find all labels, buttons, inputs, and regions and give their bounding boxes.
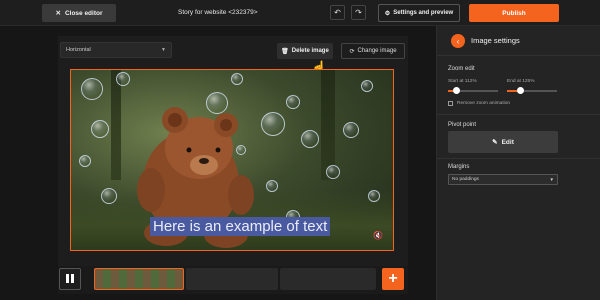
margins-select[interactable]: No paddings ▼	[448, 174, 558, 185]
zoom-end-slider-handle[interactable]	[517, 87, 524, 94]
redo-button[interactable]: ↷	[351, 5, 366, 20]
undo-button[interactable]: ↶	[330, 5, 345, 20]
remove-zoom-label: Remove zoom animation	[457, 101, 511, 106]
bubble	[326, 165, 340, 179]
bubble	[286, 95, 300, 109]
close-editor-button[interactable]: ✕ Close editor	[42, 4, 116, 22]
divider	[437, 158, 600, 159]
bubble	[206, 92, 228, 114]
undo-icon: ↶	[334, 8, 341, 17]
bubble	[361, 80, 373, 92]
remove-zoom-checkbox[interactable]	[448, 101, 453, 106]
pause-button[interactable]	[59, 268, 81, 290]
bubble	[81, 78, 103, 100]
pencil-icon: ✎	[492, 139, 498, 146]
bubble	[79, 155, 91, 167]
timeline-clip-slot[interactable]	[280, 268, 376, 290]
chevron-down-icon: ▼	[549, 177, 554, 182]
pause-icon	[65, 270, 75, 288]
mute-icon[interactable]: 🔇	[373, 231, 383, 240]
bubble	[343, 122, 359, 138]
change-image-button[interactable]: ⟳ Change image	[341, 43, 405, 59]
plus-icon: +	[388, 270, 398, 287]
top-bar: ✕ Close editor Story for website <232379…	[0, 0, 600, 26]
panel-header: ‹ Image settings	[437, 26, 600, 56]
settings-preview-label: Settings and preview	[393, 10, 454, 16]
publish-button[interactable]: Publish	[469, 4, 559, 22]
panel-title: Image settings	[471, 36, 520, 45]
zoom-end-slider[interactable]	[507, 90, 557, 92]
zoom-start-slider-handle[interactable]	[453, 87, 460, 94]
chevron-down-icon: ▼	[161, 47, 166, 53]
edit-pivot-button[interactable]: ✎ Edit	[448, 131, 558, 153]
image-canvas[interactable]: Here is an example of text 🔇	[70, 69, 394, 251]
close-editor-label: Close editor	[64, 9, 103, 17]
settings-preview-button[interactable]: ⚙ Settings and preview	[378, 4, 460, 22]
image-settings-panel: ‹ Image settings Zoom edit Start at 112%…	[436, 26, 600, 300]
gear-icon: ⚙	[384, 10, 391, 17]
bubble	[116, 72, 130, 86]
add-clip-button[interactable]: +	[382, 268, 404, 290]
orientation-value: Horizontal	[66, 47, 91, 53]
bubble	[261, 112, 285, 136]
back-arrow-icon: ‹	[456, 36, 460, 46]
refresh-icon: ⟳	[349, 48, 355, 55]
timeline-clip-active[interactable]	[94, 268, 184, 290]
bubble	[301, 130, 319, 148]
orientation-select[interactable]: Horizontal ▼	[60, 42, 172, 58]
close-icon: ✕	[55, 10, 61, 17]
zoom-start-label: Start at 112%	[448, 79, 477, 84]
text-caption[interactable]: Here is an example of text	[150, 217, 331, 236]
bubble	[101, 188, 117, 204]
redo-icon: ↷	[355, 8, 362, 17]
pivot-point-heading: Pivot point	[448, 122, 477, 128]
back-button[interactable]: ‹	[451, 34, 465, 48]
story-title: Story for website <232379>	[178, 9, 258, 16]
bubble	[91, 120, 109, 138]
zoom-edit-heading: Zoom edit	[448, 66, 475, 72]
bubble	[236, 145, 246, 155]
trash-icon: 🗑	[281, 48, 289, 55]
bubble	[266, 180, 278, 192]
edit-pivot-label: Edit	[501, 138, 514, 146]
zoom-end-label: End at 125%	[507, 79, 535, 84]
delete-image-label: Delete image	[291, 48, 329, 54]
bubble	[368, 190, 380, 202]
divider	[437, 114, 600, 115]
bubble	[231, 73, 243, 85]
margins-heading: Margins	[448, 164, 470, 170]
delete-image-button[interactable]: 🗑 Delete image	[277, 43, 333, 59]
timeline-clip-slot[interactable]	[186, 268, 278, 290]
margins-value: No paddings	[452, 177, 479, 182]
change-image-label: Change image	[357, 48, 397, 54]
